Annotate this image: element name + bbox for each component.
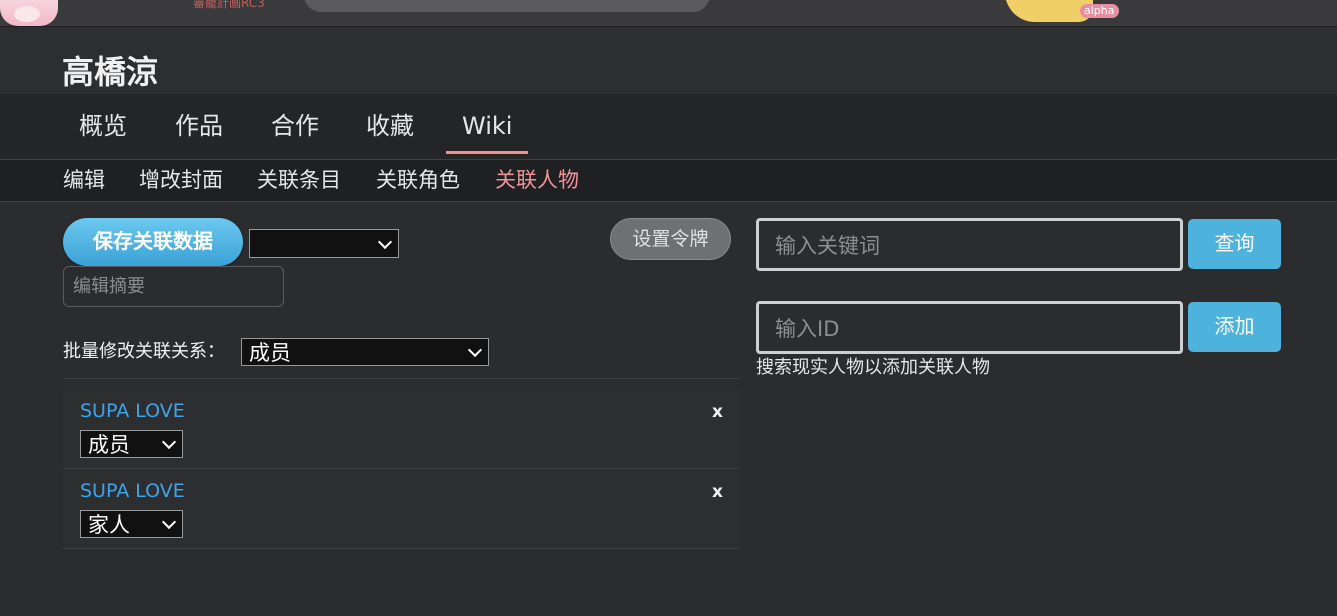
subnav-cover[interactable]: 增改封面	[139, 166, 223, 194]
summary-select[interactable]	[249, 229, 399, 258]
chevron-down-icon	[467, 342, 483, 358]
relation-link[interactable]: SUPA LOVE	[80, 480, 185, 502]
person-name: 高橋涼	[62, 53, 159, 91]
top-banner: 審籠計画RC3 alpha	[0, 0, 1337, 27]
chevron-down-icon	[161, 434, 177, 450]
batch-relation-label: 批量修改关联关系：	[63, 341, 225, 362]
add-button[interactable]: 添加	[1188, 302, 1281, 352]
search-hint-text: 搜索现实人物以添加关联人物	[756, 357, 990, 378]
set-token-button[interactable]: 设置令牌	[610, 218, 731, 260]
subnav-related-characters[interactable]: 关联角色	[376, 166, 460, 194]
save-relations-button[interactable]: 保存关联数据	[63, 218, 243, 266]
divider	[63, 378, 740, 379]
avatar	[0, 0, 58, 26]
main-tabs: 概览 作品 合作 收藏 Wiki	[0, 94, 1337, 160]
tab-wiki[interactable]: Wiki	[445, 108, 530, 154]
relation-row: SUPA LOVE x 家人	[63, 470, 740, 549]
edit-summary-input[interactable]: 编辑摘要	[63, 266, 284, 307]
batch-relation-value: 成员	[249, 341, 291, 365]
chevron-down-icon	[377, 234, 393, 249]
chevron-down-icon	[161, 514, 177, 530]
batch-relation-select[interactable]: 成员	[241, 338, 489, 366]
tab-collaborations[interactable]: 合作	[271, 108, 319, 144]
keyword-search-input[interactable]: 输入关键词	[756, 218, 1183, 271]
query-button[interactable]: 查询	[1188, 219, 1281, 269]
tab-overview[interactable]: 概览	[79, 108, 127, 144]
relation-link[interactable]: SUPA LOVE	[80, 400, 185, 422]
subnav-edit[interactable]: 编辑	[63, 166, 105, 194]
person-id-input[interactable]: 输入ID	[756, 301, 1183, 354]
relation-type-value: 成员	[88, 433, 130, 457]
subnav-related-persons[interactable]: 关联人物	[495, 166, 579, 194]
relation-row: SUPA LOVE x 成员	[63, 390, 740, 469]
tab-favorites[interactable]: 收藏	[366, 108, 414, 144]
banner-search-bar[interactable]	[304, 0, 710, 12]
relation-type-value: 家人	[88, 513, 130, 537]
tab-works[interactable]: 作品	[175, 108, 223, 144]
remove-relation-button[interactable]: x	[712, 482, 723, 502]
relation-type-select[interactable]: 成员	[80, 430, 183, 458]
relation-type-select[interactable]: 家人	[80, 510, 183, 538]
page-header: 高橋涼	[0, 27, 1337, 94]
wiki-subnav: 编辑 增改封面 关联条目 关联角色 关联人物	[0, 160, 1337, 202]
banner-text: 審籠計画RC3	[193, 0, 265, 10]
alpha-badge: alpha	[1080, 4, 1119, 18]
subnav-related-subjects[interactable]: 关联条目	[257, 166, 341, 194]
remove-relation-button[interactable]: x	[712, 402, 723, 422]
